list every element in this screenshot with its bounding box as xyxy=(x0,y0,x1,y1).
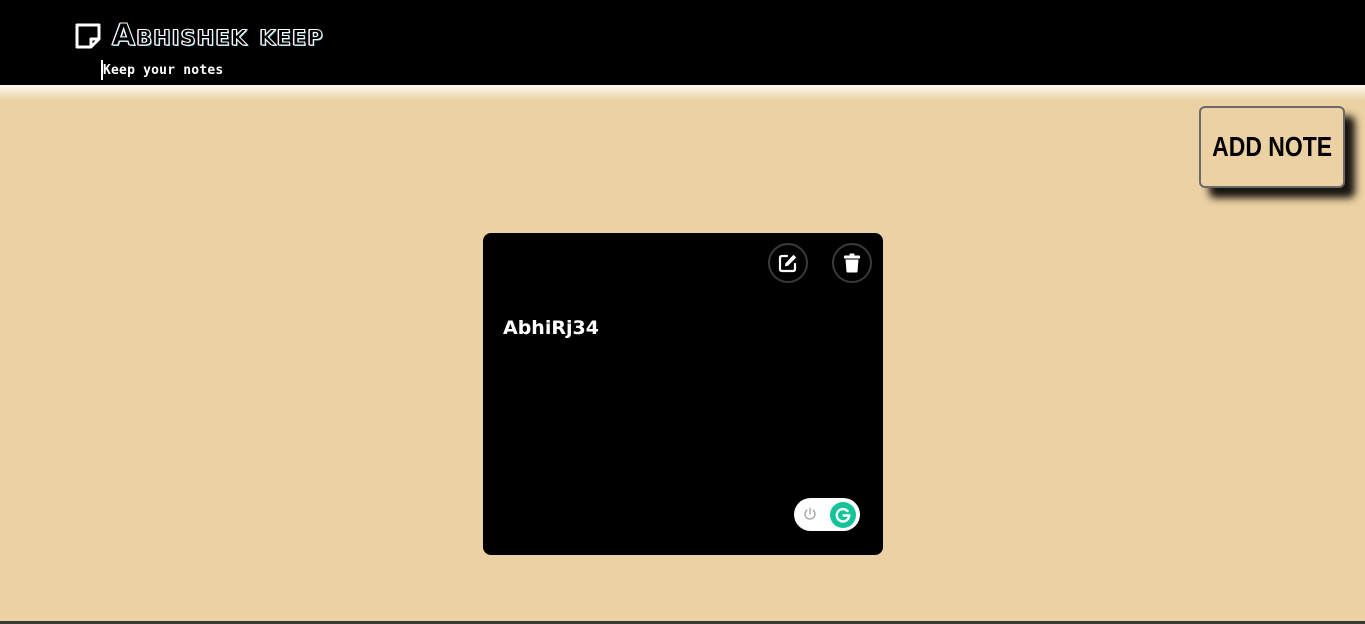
note-card: AbhiRj34 xyxy=(483,233,883,555)
note-text: AbhiRj34 xyxy=(503,317,599,339)
app-brand-title: Abhishek keep xyxy=(112,18,324,53)
grammarly-widget[interactable] xyxy=(794,498,860,531)
grammarly-g-icon[interactable] xyxy=(830,502,856,528)
header-glow xyxy=(0,85,1365,101)
sticky-note-icon xyxy=(75,23,101,49)
app-tagline: Keep your notes xyxy=(103,63,224,78)
delete-note-button[interactable] xyxy=(832,243,872,283)
add-note-button[interactable]: ADD NOTE xyxy=(1199,106,1345,188)
app-header: Abhishek keep Keep your notes xyxy=(0,0,1365,85)
edit-icon xyxy=(778,254,797,273)
edit-note-button[interactable] xyxy=(768,243,808,283)
add-note-label: ADD NOTE xyxy=(1212,131,1332,162)
power-icon[interactable] xyxy=(802,506,818,522)
trash-icon xyxy=(844,253,860,273)
